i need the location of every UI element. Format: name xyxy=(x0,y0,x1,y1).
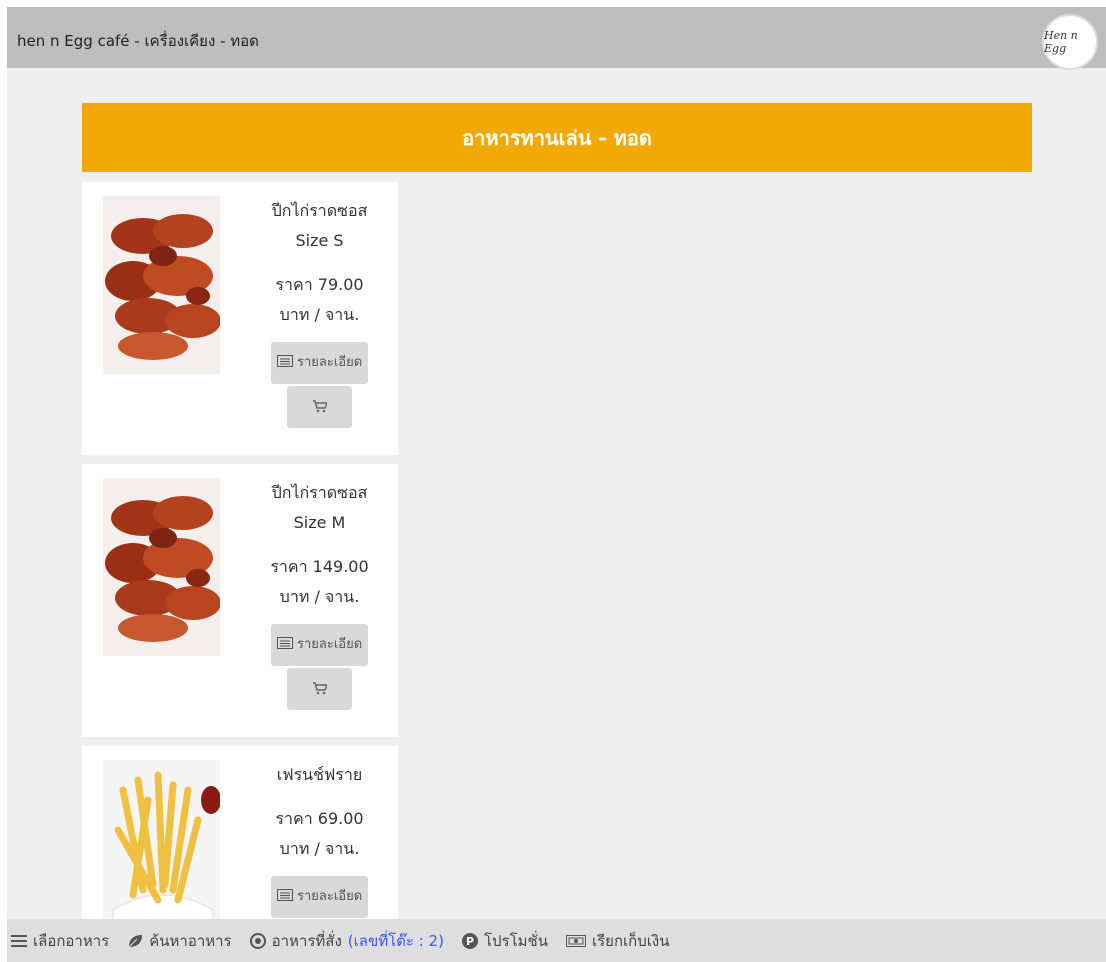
nav-search[interactable]: ค้นหาอาหาร xyxy=(127,929,232,953)
category-banner: อาหารทานเล่น - ทอด xyxy=(82,103,1032,172)
french-fries-photo[interactable] xyxy=(103,760,220,920)
menu-item-info: เฟรนช์ฟราย ราคา 69.00 บาท / จาน. รายละเอ… xyxy=(247,760,392,918)
chicken-wings-photo[interactable] xyxy=(103,196,220,374)
detail-label: รายละเอียด xyxy=(296,355,363,370)
nav-menu[interactable]: เลือกอาหาร xyxy=(11,929,109,953)
item-name: เฟรนช์ฟราย xyxy=(276,765,363,784)
chicken-wings-photo[interactable] xyxy=(103,478,220,656)
app-frame: hen n Egg café - เครื่องเคียง - ทอด Hen … xyxy=(7,7,1106,962)
detail-label: รายละเอียด xyxy=(296,889,363,904)
detail-button[interactable]: รายละเอียด xyxy=(270,342,369,384)
logo-text: Hen n Egg xyxy=(1044,29,1078,55)
category-title: อาหารทานเล่น - ทอด xyxy=(462,125,652,150)
menu-item-card: ปีกไก่ราดซอส Size S ราคา 79.00 บาท / จาน… xyxy=(82,182,398,455)
item-unit: บาท / จาน. xyxy=(279,587,360,606)
top-bar: hen n Egg café - เครื่องเคียง - ทอด Hen … xyxy=(7,7,1106,68)
nav-orders[interactable]: อาหารที่สั่ง (เลขที่โต๊ะ : 2) xyxy=(249,929,444,953)
list-icon xyxy=(276,637,297,652)
svg-text:P: P xyxy=(466,935,474,948)
item-name: ปีกไก่ราดซอส xyxy=(271,483,368,502)
cafe-logo[interactable]: Hen n Egg xyxy=(1044,16,1096,68)
item-size: Size M xyxy=(293,513,346,532)
item-unit: บาท / จาน. xyxy=(279,839,360,858)
menu-item-card: เฟรนช์ฟราย ราคา 69.00 บาท / จาน. รายละเอ… xyxy=(82,746,398,946)
money-icon xyxy=(565,934,586,947)
item-unit: บาท / จาน. xyxy=(279,305,360,324)
nav-orders-label: อาหารที่สั่ง xyxy=(271,931,342,950)
promotion-icon: P xyxy=(461,932,478,949)
detail-label: รายละเอียด xyxy=(296,637,363,652)
nav-checkout[interactable]: เรียกเก็บเงิน xyxy=(565,929,670,953)
nav-search-label: ค้นหาอาหาร xyxy=(149,931,232,950)
hamburger-icon xyxy=(11,934,27,948)
item-size: Size S xyxy=(295,231,344,250)
add-to-cart-button[interactable] xyxy=(287,668,352,710)
item-name: ปีกไก่ราดซอส xyxy=(271,201,368,220)
nav-promotion-label: โปรโมชั่น xyxy=(483,931,548,950)
cart-icon xyxy=(313,400,327,413)
cart-icon xyxy=(313,682,327,695)
detail-button[interactable]: รายละเอียด xyxy=(270,876,369,918)
add-to-cart-button[interactable] xyxy=(287,386,352,428)
table-number: (เลขที่โต๊ะ : 2) xyxy=(347,931,444,950)
list-icon xyxy=(276,889,297,904)
item-price: ราคา 69.00 xyxy=(275,809,364,828)
page-title: hen n Egg café - เครื่องเคียง - ทอด xyxy=(17,32,259,50)
nav-menu-label: เลือกอาหาร xyxy=(33,931,110,950)
nav-promotion[interactable]: P โปรโมชั่น xyxy=(461,929,548,953)
item-price: ราคา 79.00 xyxy=(275,275,364,294)
menu-item-info: ปีกไก่ราดซอส Size M ราคา 149.00 บาท / จา… xyxy=(247,478,392,710)
nav-checkout-label: เรียกเก็บเงิน xyxy=(591,931,670,950)
item-price: ราคา 149.00 xyxy=(270,557,369,576)
menu-item-info: ปีกไก่ราดซอส Size S ราคา 79.00 บาท / จาน… xyxy=(247,196,392,428)
list-icon xyxy=(276,355,297,370)
leaf-icon xyxy=(127,934,143,948)
bottom-nav: เลือกอาหาร ค้นหาอาหาร อาหารที่สั่ง (เลขท… xyxy=(7,919,1106,962)
detail-button[interactable]: รายละเอียด xyxy=(270,624,369,666)
order-icon xyxy=(249,932,266,949)
menu-item-card: ปีกไก่ราดซอส Size M ราคา 149.00 บาท / จา… xyxy=(82,464,398,737)
